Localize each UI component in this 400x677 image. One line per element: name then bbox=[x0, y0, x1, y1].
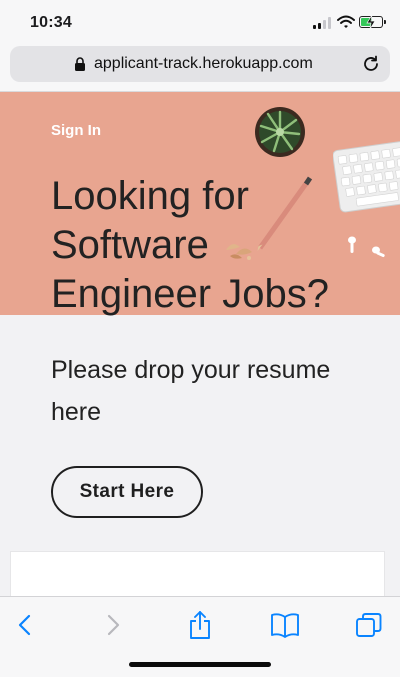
charging-bolt-icon bbox=[366, 15, 376, 29]
sign-in-link[interactable]: Sign In bbox=[51, 122, 101, 139]
plant-icon bbox=[255, 107, 305, 157]
subheading-line-1: Please drop your resume bbox=[51, 356, 331, 384]
headline-line-3: Engineer Jobs? bbox=[51, 272, 329, 316]
status-bar: 10:34 bbox=[0, 0, 400, 44]
home-indicator bbox=[129, 662, 271, 667]
back-icon[interactable] bbox=[10, 611, 40, 639]
subheading: Please drop your resume here bbox=[51, 349, 371, 433]
headline: Looking for Software Engineer Jobs? bbox=[51, 172, 381, 319]
tabs-icon[interactable] bbox=[354, 611, 384, 639]
headline-line-2: Software bbox=[51, 223, 209, 267]
content-card bbox=[10, 551, 385, 601]
lock-icon bbox=[75, 57, 85, 71]
forward-icon[interactable] bbox=[98, 611, 128, 639]
url-text[interactable]: applicant-track.herokuapp.com bbox=[94, 55, 313, 73]
battery-icon bbox=[359, 15, 386, 29]
start-here-button[interactable]: Start Here bbox=[51, 466, 203, 518]
address-bar[interactable]: applicant-track.herokuapp.com bbox=[10, 46, 390, 82]
status-time: 10:34 bbox=[30, 14, 72, 31]
signal-icon bbox=[313, 17, 333, 29]
share-icon[interactable] bbox=[185, 611, 215, 639]
wifi-icon bbox=[337, 15, 355, 28]
bookmarks-icon[interactable] bbox=[270, 611, 300, 639]
headline-line-1: Looking for bbox=[51, 174, 249, 218]
subheading-line-2: here bbox=[51, 398, 102, 426]
browser-address-area: applicant-track.herokuapp.com bbox=[0, 44, 400, 92]
reload-icon[interactable] bbox=[362, 55, 380, 73]
